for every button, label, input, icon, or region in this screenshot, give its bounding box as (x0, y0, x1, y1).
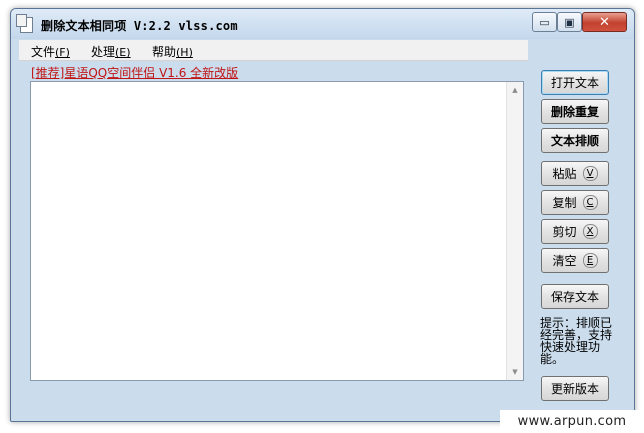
clear-button[interactable]: 清空 E (541, 248, 609, 273)
menu-process-key: (E) (115, 46, 131, 59)
promo-link[interactable]: [推荐]星语QQ空间伴侣 V1.6 全新改版 (31, 64, 238, 81)
window-title: 删除文本相同项 V:2.2 vlss.com (41, 19, 238, 33)
open-text-button[interactable]: 打开文本 (541, 70, 609, 95)
menu-bar: 文件(F) 处理(E) 帮助(H) (19, 40, 528, 61)
title-bar[interactable]: 删除文本相同项 V:2.2 vlss.com ▭ ▣ ✕ (11, 9, 634, 39)
text-editor[interactable]: ▲ ▼ (30, 81, 524, 381)
menu-process[interactable]: 处理(E) (91, 43, 131, 60)
menu-file[interactable]: 文件(F) (31, 43, 70, 60)
clear-label: 清空 (552, 254, 577, 268)
paste-key: V (582, 166, 598, 181)
vertical-scrollbar[interactable]: ▲ ▼ (506, 82, 523, 380)
maximize-icon: ▣ (564, 15, 575, 29)
copy-button[interactable]: 复制 C (541, 190, 609, 215)
sort-text-button[interactable]: 文本排顺 (541, 128, 609, 153)
minimize-icon: ▭ (539, 15, 550, 29)
cut-button[interactable]: 剪切 X (541, 219, 609, 244)
save-text-button[interactable]: 保存文本 (541, 284, 609, 309)
main-window: 删除文本相同项 V:2.2 vlss.com ▭ ▣ ✕ 文件(F) 处理(E)… (10, 8, 635, 422)
copy-key: C (582, 195, 598, 210)
paste-label: 粘贴 (552, 167, 577, 181)
scroll-down-icon[interactable]: ▼ (507, 364, 523, 380)
hint-text: 提示：排顺已经完善，支持快速处理功能。 (540, 316, 613, 366)
menu-file-label: 文件 (31, 45, 56, 59)
menu-file-key: (F) (55, 46, 70, 59)
menu-help[interactable]: 帮助(H) (152, 43, 193, 60)
close-button[interactable]: ✕ (582, 12, 627, 32)
close-icon: ✕ (599, 14, 610, 30)
update-version-button[interactable]: 更新版本 (541, 376, 609, 401)
paste-button[interactable]: 粘贴 V (541, 161, 609, 186)
watermark: www.arpun.com (500, 410, 644, 433)
copy-label: 复制 (552, 196, 577, 210)
menu-process-label: 处理 (91, 45, 116, 59)
scroll-up-icon[interactable]: ▲ (507, 82, 523, 98)
document-icon (16, 14, 33, 33)
clear-key: E (582, 253, 598, 268)
maximize-button[interactable]: ▣ (557, 12, 582, 32)
cut-label: 剪切 (552, 225, 577, 239)
remove-duplicates-button[interactable]: 删除重复 (541, 99, 609, 124)
menu-help-key: (H) (176, 46, 193, 59)
cut-key: X (582, 224, 598, 239)
minimize-button[interactable]: ▭ (532, 12, 557, 32)
menu-help-label: 帮助 (152, 45, 177, 59)
